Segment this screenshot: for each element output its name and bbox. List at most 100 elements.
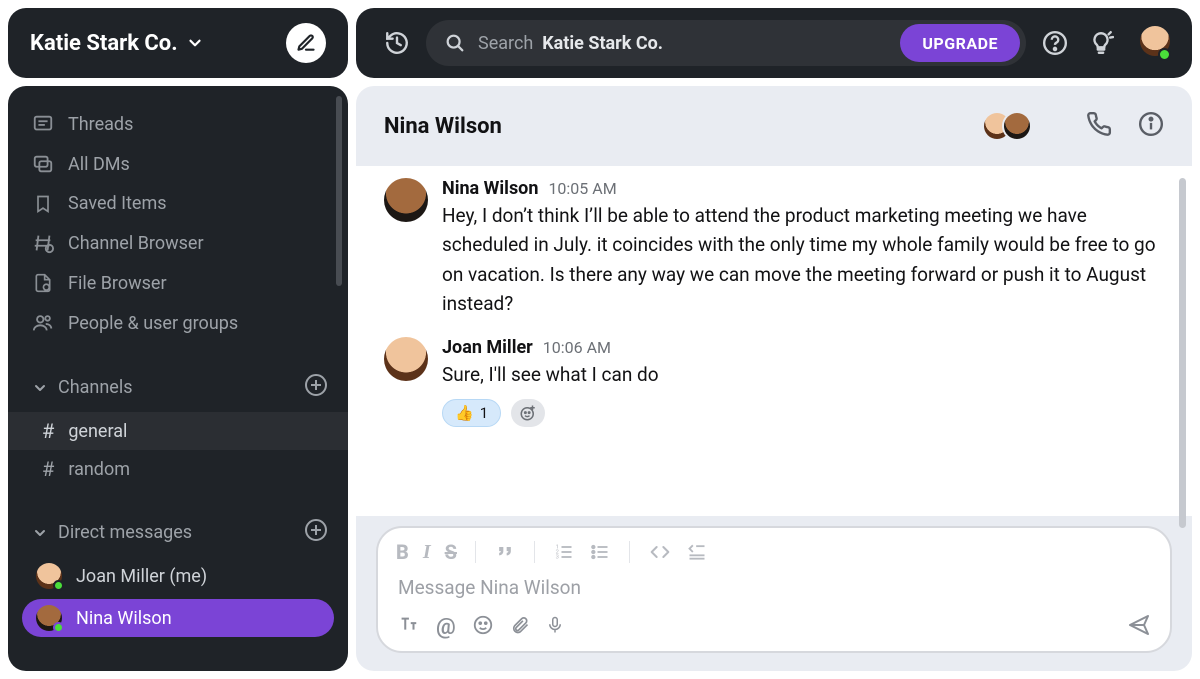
dm-name: Joan Miller (me)	[76, 566, 207, 587]
nav-label: People & user groups	[68, 313, 238, 334]
workspace-switcher[interactable]: Katie Stark Co.	[30, 31, 274, 56]
strikethrough-button[interactable]: S	[445, 540, 457, 564]
avatar[interactable]	[384, 178, 428, 222]
nav-threads[interactable]: Threads	[8, 104, 348, 144]
record-audio-button[interactable]	[546, 614, 564, 640]
presence-indicator	[53, 622, 64, 633]
call-button[interactable]	[1086, 111, 1112, 141]
dms-section-header[interactable]: Direct messages	[8, 508, 348, 557]
file-browser-icon	[32, 272, 54, 294]
message-sender[interactable]: Nina Wilson	[442, 178, 538, 199]
code-button[interactable]	[648, 542, 672, 562]
avatar	[36, 563, 62, 589]
section-label: Direct messages	[58, 522, 192, 543]
nav-label: Threads	[68, 114, 133, 135]
sidebar-scrollbar[interactable]	[336, 96, 342, 286]
nav-file-browser[interactable]: File Browser	[8, 263, 348, 303]
nav-label: File Browser	[68, 273, 167, 294]
chevron-down-icon	[32, 380, 48, 396]
avatar	[36, 605, 62, 631]
details-button[interactable]	[1138, 111, 1164, 141]
nav-label: All DMs	[68, 154, 130, 175]
emoji-button[interactable]	[472, 614, 494, 640]
emoji-icon	[472, 614, 494, 636]
search-bar[interactable]: Search Katie Stark Co. UPGRADE	[426, 20, 1026, 66]
paperclip-icon	[510, 614, 530, 636]
profile-button[interactable]	[1140, 26, 1170, 60]
sidebar: Threads All DMs Saved Items Channel Brow…	[8, 86, 348, 671]
attach-button[interactable]	[510, 614, 530, 640]
microphone-icon	[546, 614, 564, 636]
send-button[interactable]	[1126, 613, 1152, 641]
nav-label: Saved Items	[68, 193, 167, 214]
ordered-list-icon: 123	[553, 542, 575, 562]
nav-all-dms[interactable]: All DMs	[8, 144, 348, 184]
code-icon	[648, 542, 672, 562]
bold-button[interactable]: B	[396, 540, 409, 564]
dm-row[interactable]: Nina Wilson	[22, 599, 334, 637]
code-block-button[interactable]	[686, 542, 708, 562]
search-icon	[444, 32, 466, 54]
hash-icon: #	[42, 457, 54, 481]
member-avatars[interactable]	[982, 111, 1032, 141]
avatar[interactable]	[384, 337, 428, 381]
dm-name: Nina Wilson	[76, 608, 172, 629]
message-sender[interactable]: Joan Miller	[442, 337, 533, 358]
conversation-scrollbar[interactable]	[1179, 178, 1186, 528]
reaction[interactable]: 👍1	[442, 399, 501, 427]
hash-icon: #	[42, 419, 54, 443]
workspace-name: Katie Stark Co.	[30, 31, 178, 56]
messages-list: Nina Wilson 10:05 AM Hey, I don’t think …	[356, 166, 1192, 516]
reaction-count: 1	[480, 404, 488, 422]
tips-button[interactable]	[1088, 30, 1114, 56]
channel-name: general	[68, 421, 127, 442]
bookmark-icon	[32, 194, 54, 214]
nav-saved-items[interactable]: Saved Items	[8, 184, 348, 223]
presence-indicator	[1158, 48, 1171, 61]
text-format-toggle[interactable]	[396, 614, 420, 640]
message: Nina Wilson 10:05 AM Hey, I don’t think …	[356, 170, 1192, 329]
nav-label: Channel Browser	[68, 233, 204, 254]
conversation-header: Nina Wilson	[356, 86, 1192, 166]
lightbulb-icon	[1088, 30, 1114, 56]
reaction-emoji: 👍	[455, 404, 474, 422]
add-channel-button[interactable]	[304, 373, 328, 402]
message-text: Hey, I don’t think I’ll be able to atten…	[442, 201, 1164, 319]
bullet-list-button[interactable]	[589, 542, 611, 562]
bullet-list-icon	[589, 542, 611, 562]
quote-icon	[494, 542, 516, 562]
channel-row[interactable]: # general	[8, 412, 348, 450]
conversation-title[interactable]: Nina Wilson	[384, 114, 502, 139]
ordered-list-button[interactable]: 123	[553, 542, 575, 562]
message-composer: B I S 123	[376, 526, 1172, 653]
info-icon	[1138, 111, 1164, 137]
add-dm-button[interactable]	[304, 518, 328, 547]
threads-icon	[32, 113, 54, 135]
channel-row[interactable]: # random	[8, 450, 348, 488]
conversation-panel: Nina Wilson Nina Wilson 10:05 AM	[356, 86, 1192, 671]
dm-row[interactable]: Joan Miller (me)	[8, 557, 348, 595]
message-input[interactable]: Message Nina Wilson	[398, 576, 1152, 599]
chevron-down-icon	[186, 34, 204, 52]
history-button[interactable]	[384, 30, 410, 56]
channel-browser-icon	[32, 232, 54, 254]
mention-button[interactable]: @	[436, 615, 456, 640]
composer-actions: @	[396, 613, 1152, 641]
topbar: Search Katie Stark Co. UPGRADE	[356, 8, 1192, 78]
workspace-header: Katie Stark Co.	[8, 8, 348, 78]
add-reaction-button[interactable]	[511, 399, 545, 427]
compose-button[interactable]	[286, 23, 326, 63]
nav-people[interactable]: People & user groups	[8, 303, 348, 343]
channels-section-header[interactable]: Channels	[8, 363, 348, 412]
add-emoji-icon	[519, 404, 537, 422]
nav-channel-browser[interactable]: Channel Browser	[8, 223, 348, 263]
quote-button[interactable]	[494, 542, 516, 562]
upgrade-button[interactable]: UPGRADE	[900, 24, 1020, 62]
message-text: Sure, I'll see what I can do	[442, 360, 1164, 389]
italic-button[interactable]: I	[423, 541, 431, 564]
code-block-icon	[686, 542, 708, 562]
people-icon	[32, 312, 54, 334]
message-time: 10:06 AM	[543, 338, 611, 357]
help-button[interactable]	[1042, 30, 1068, 56]
send-icon	[1126, 613, 1152, 637]
